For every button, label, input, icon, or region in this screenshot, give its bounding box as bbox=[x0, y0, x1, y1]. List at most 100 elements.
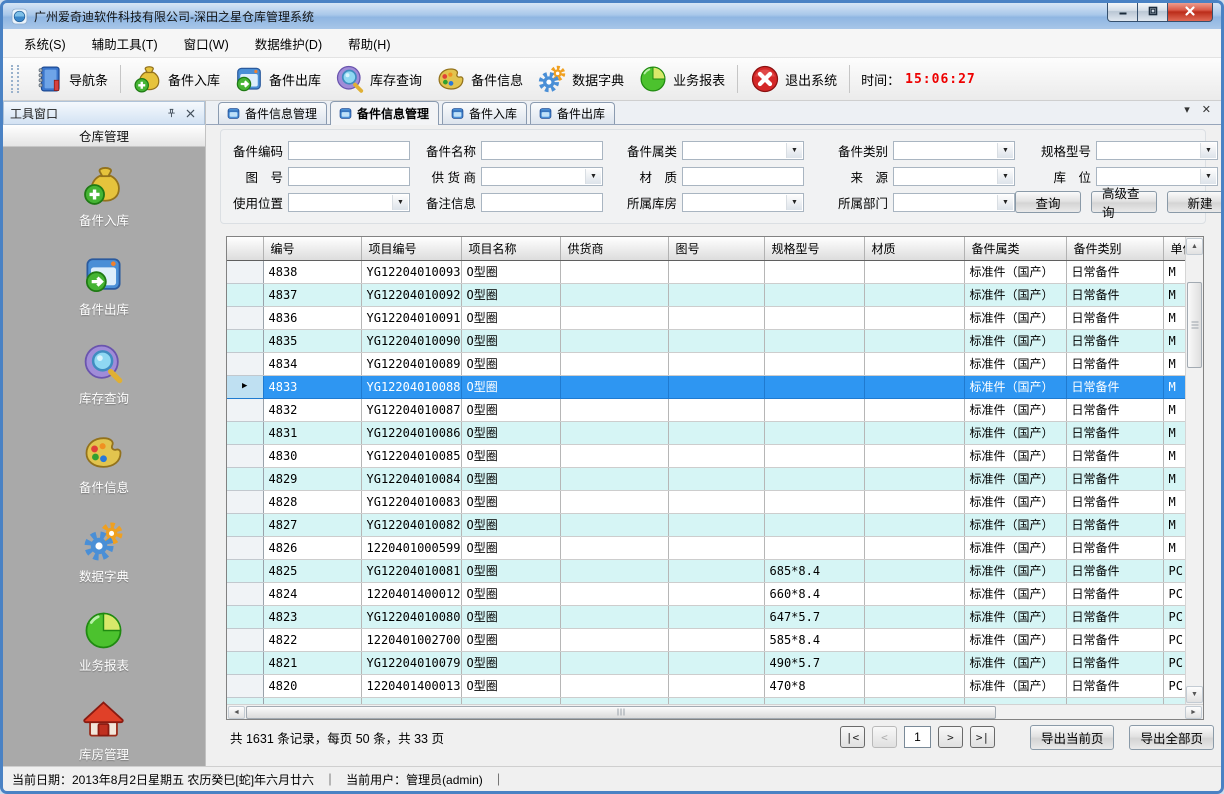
part-category-select[interactable]: ▼ bbox=[682, 141, 804, 160]
table-row[interactable]: 4835YG12204010090O型圈标准件（国产）日常备件M bbox=[227, 329, 1185, 352]
column-header-6[interactable]: 材质 bbox=[864, 237, 964, 260]
column-header-0[interactable]: 编号 bbox=[263, 237, 361, 260]
department-select[interactable]: ▼ bbox=[893, 193, 1015, 212]
table-row[interactable]: 4823YG12204010080O型圈647*5.7标准件（国产）日常备件PC bbox=[227, 605, 1185, 628]
column-header-8[interactable]: 备件类别 bbox=[1066, 237, 1163, 260]
toolbar-button-data-dict[interactable]: 数据字典 bbox=[530, 61, 631, 97]
row-selector[interactable] bbox=[227, 674, 263, 697]
column-header-7[interactable]: 备件属类 bbox=[964, 237, 1066, 260]
remark-input[interactable] bbox=[481, 193, 603, 212]
table-row[interactable]: 4837YG12204010092O型圈标准件（国产）日常备件M bbox=[227, 283, 1185, 306]
table-row[interactable]: 4829YG12204010084O型圈标准件（国产）日常备件M bbox=[227, 467, 1185, 490]
toolbar-button-stock-query[interactable]: 库存查询 bbox=[328, 61, 429, 97]
export-all-pages-button[interactable]: 导出全部页 bbox=[1129, 725, 1214, 750]
sidebar-item-data-dict[interactable]: 数据字典 bbox=[79, 520, 129, 585]
sidebar-item-part-in[interactable]: 备件入库 bbox=[79, 164, 129, 229]
row-selector[interactable] bbox=[227, 490, 263, 513]
maximize-button[interactable] bbox=[1138, 1, 1167, 22]
sidebar-item-stock-query[interactable]: 库存查询 bbox=[79, 342, 129, 407]
column-header-1[interactable]: 项目编号 bbox=[361, 237, 461, 260]
row-selector[interactable] bbox=[227, 352, 263, 375]
vertical-scroll-thumb[interactable] bbox=[1187, 282, 1202, 368]
drawing-no-input[interactable] bbox=[288, 167, 410, 186]
scroll-left-icon[interactable]: ◄ bbox=[228, 706, 245, 719]
column-header-9[interactable]: 单位 bbox=[1163, 237, 1185, 260]
row-selector[interactable] bbox=[227, 628, 263, 651]
toolbar-button-part-out[interactable]: 备件出库 bbox=[227, 61, 328, 97]
export-current-page-button[interactable]: 导出当前页 bbox=[1030, 725, 1115, 750]
location-select[interactable]: ▼ bbox=[1096, 167, 1218, 186]
column-header-5[interactable]: 规格型号 bbox=[764, 237, 864, 260]
tab-3[interactable]: 备件出库 bbox=[530, 102, 615, 124]
table-row[interactable]: 4825YG12204010081O型圈685*8.4标准件（国产）日常备件PC bbox=[227, 559, 1185, 582]
part-name-input[interactable] bbox=[481, 141, 603, 160]
sidebar-item-warehouse[interactable]: 库房管理 bbox=[79, 698, 129, 763]
column-header-4[interactable]: 图号 bbox=[668, 237, 764, 260]
menu-item-4[interactable]: 帮助(H) bbox=[335, 29, 403, 58]
part-type-select[interactable]: ▼ bbox=[893, 141, 1015, 160]
current-page-input[interactable]: 1 bbox=[904, 726, 931, 748]
row-selector[interactable] bbox=[227, 605, 263, 628]
menu-item-3[interactable]: 数据维护(D) bbox=[242, 29, 335, 58]
row-selector[interactable] bbox=[227, 283, 263, 306]
table-row[interactable]: 4838YG12204010093O型圈标准件（国产）日常备件M bbox=[227, 260, 1185, 283]
table-row[interactable]: 4827YG12204010082O型圈标准件（国产）日常备件M bbox=[227, 513, 1185, 536]
scroll-right-icon[interactable]: ► bbox=[1185, 706, 1202, 719]
toolbar-button-part-in[interactable]: 备件入库 bbox=[126, 61, 227, 97]
scroll-up-icon[interactable]: ▲ bbox=[1186, 238, 1203, 255]
table-row[interactable]: ▶4833YG12204010088O型圈标准件（国产）日常备件M bbox=[227, 375, 1185, 398]
last-page-button[interactable]: >| bbox=[970, 726, 995, 748]
row-selector[interactable] bbox=[227, 651, 263, 674]
sidebar-item-report[interactable]: 业务报表 bbox=[79, 609, 129, 674]
row-selector[interactable] bbox=[227, 329, 263, 352]
first-page-button[interactable]: |< bbox=[840, 726, 865, 748]
prev-page-button[interactable]: < bbox=[872, 726, 897, 748]
menu-item-1[interactable]: 辅助工具(T) bbox=[79, 29, 171, 58]
row-selector[interactable] bbox=[227, 467, 263, 490]
sidebar-item-part-info[interactable]: 备件信息 bbox=[79, 431, 129, 496]
horizontal-scrollbar[interactable]: ◄ ► bbox=[227, 704, 1203, 719]
table-row[interactable]: 48241220401400012O型圈660*8.4标准件（国产）日常备件PC bbox=[227, 582, 1185, 605]
row-selector[interactable]: ▶ bbox=[227, 375, 263, 398]
pin-icon[interactable] bbox=[163, 105, 179, 121]
toolbar-button-part-info[interactable]: 备件信息 bbox=[429, 61, 530, 97]
toolbar-button-exit[interactable]: 退出系统 bbox=[743, 61, 844, 97]
source-select[interactable]: ▼ bbox=[893, 167, 1015, 186]
scroll-down-icon[interactable]: ▼ bbox=[1186, 686, 1203, 703]
menu-item-0[interactable]: 系统(S) bbox=[11, 29, 79, 58]
row-selector[interactable] bbox=[227, 306, 263, 329]
next-page-button[interactable]: > bbox=[938, 726, 963, 748]
minimize-button[interactable] bbox=[1107, 1, 1138, 22]
menu-item-2[interactable]: 窗口(W) bbox=[171, 29, 242, 58]
column-header-2[interactable]: 项目名称 bbox=[461, 237, 560, 260]
horizontal-scroll-thumb[interactable] bbox=[246, 706, 996, 719]
table-row[interactable]: 48221220401002700O型圈585*8.4标准件（国产）日常备件PC bbox=[227, 628, 1185, 651]
table-row[interactable]: 4834YG12204010089O型圈标准件（国产）日常备件M bbox=[227, 352, 1185, 375]
table-row[interactable]: 4828YG12204010083O型圈标准件（国产）日常备件M bbox=[227, 490, 1185, 513]
row-selector[interactable] bbox=[227, 444, 263, 467]
table-row[interactable]: 4832YG12204010087O型圈标准件（国产）日常备件M bbox=[227, 398, 1185, 421]
sidebar-item-part-out[interactable]: 备件出库 bbox=[79, 253, 129, 318]
new-button[interactable]: 新建 bbox=[1167, 191, 1224, 213]
table-row[interactable]: 48201220401400013O型圈470*8标准件（国产）日常备件PC bbox=[227, 674, 1185, 697]
spec-model-select[interactable]: ▼ bbox=[1096, 141, 1218, 160]
table-row[interactable]: 4830YG12204010085O型圈标准件（国产）日常备件M bbox=[227, 444, 1185, 467]
close-icon[interactable]: ✕ bbox=[1202, 105, 1211, 116]
table-row[interactable]: 4831YG12204010086O型圈标准件（国产）日常备件M bbox=[227, 421, 1185, 444]
close-icon[interactable] bbox=[182, 105, 198, 121]
query-button[interactable]: 查询 bbox=[1015, 191, 1081, 213]
row-selector[interactable] bbox=[227, 582, 263, 605]
toolbar-grip[interactable] bbox=[11, 65, 19, 93]
use-position-select[interactable]: ▼ bbox=[288, 193, 410, 212]
warehouse-select[interactable]: ▼ bbox=[682, 193, 804, 212]
table-row[interactable]: 4836YG12204010091O型圈标准件（国产）日常备件M bbox=[227, 306, 1185, 329]
toolbar-button-report[interactable]: 业务报表 bbox=[631, 61, 732, 97]
supplier-select[interactable]: ▼ bbox=[481, 167, 603, 186]
table-row[interactable]: 48261220401000599O型圈标准件（国产）日常备件M bbox=[227, 536, 1185, 559]
part-code-input[interactable] bbox=[288, 141, 410, 160]
chevron-down-icon[interactable]: ▾ bbox=[1184, 105, 1190, 116]
toolbar-button-navbar[interactable]: 导航条 bbox=[27, 61, 115, 97]
table-row[interactable]: 4821YG12204010079O型圈490*5.7标准件（国产）日常备件PC bbox=[227, 651, 1185, 674]
tab-2[interactable]: 备件入库 bbox=[442, 102, 527, 124]
row-selector[interactable] bbox=[227, 513, 263, 536]
